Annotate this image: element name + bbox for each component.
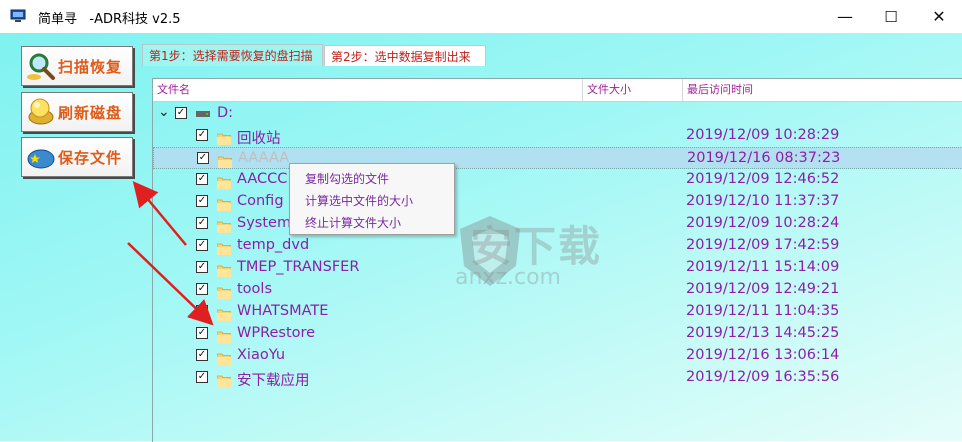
table-row[interactable]: ✓ WHATSMATE 2019/12/11 11:04:35 — [153, 301, 962, 323]
table-row[interactable]: ✓ 安下载应用 2019/12/09 16:35:56 — [153, 367, 962, 389]
menu-item-copy-checked[interactable]: 复制勾选的文件 — [305, 170, 389, 187]
window-title: 简单寻 -ADR科技 v2.5 — [38, 12, 181, 27]
folder-icon — [217, 153, 233, 169]
folder-icon — [216, 372, 232, 388]
minimize-button[interactable]: — — [822, 0, 868, 33]
save-file-icon — [27, 149, 55, 169]
file-name: TMEP_TRANSFER — [237, 259, 360, 275]
last-access-time: 2019/12/09 10:28:29 — [686, 127, 840, 143]
table-row[interactable]: ✓ WPRestore 2019/12/13 14:45:25 — [153, 323, 962, 345]
file-name: AAAAA — [238, 150, 290, 166]
tab-step1[interactable]: 第1步：选择需要恢复的盘扫描 — [142, 44, 323, 66]
row-checkbox[interactable]: ✓ — [196, 283, 208, 295]
last-access-time: 2019/12/11 11:04:35 — [686, 303, 840, 319]
row-checkbox[interactable]: ✓ — [196, 217, 208, 229]
title-bar: 简单寻 -ADR科技 v2.5 — ☐ ✕ — [0, 0, 962, 33]
row-checkbox[interactable]: ✓ — [196, 173, 208, 185]
file-name: 安下载应用 — [237, 373, 310, 389]
refresh-disk-icon — [28, 98, 54, 125]
context-menu: 复制勾选的文件 计算选中文件的大小 终止计算文件大小 — [289, 163, 455, 235]
chevron-down-icon[interactable]: ⌄ — [158, 104, 170, 120]
table-row[interactable]: ✓ AAAAA 2019/12/16 08:37:23 — [153, 147, 962, 169]
save-file-button[interactable]: 保存文件 — [21, 137, 133, 177]
file-name: System — [237, 215, 292, 231]
scan-recover-button[interactable]: 扫描恢复 — [21, 46, 133, 86]
table-row[interactable]: ✓ AACCC 2019/12/09 12:46:52 — [153, 169, 962, 191]
table-row[interactable]: ✓ Config 2019/12/10 11:37:37 — [153, 191, 962, 213]
drive-checkbox[interactable]: ✓ — [175, 107, 187, 119]
row-checkbox[interactable]: ✓ — [196, 261, 208, 273]
column-header-size[interactable]: 文件大小 — [583, 79, 683, 101]
magnifier-icon — [27, 53, 55, 80]
row-checkbox[interactable]: ✓ — [196, 129, 208, 141]
folder-icon — [216, 306, 232, 322]
file-name: Config — [237, 193, 284, 209]
row-checkbox[interactable]: ✓ — [196, 195, 208, 207]
last-access-time: 2019/12/11 15:14:09 — [686, 259, 840, 275]
drive-icon — [196, 111, 210, 117]
refresh-disk-button[interactable]: 刷新磁盘 — [21, 92, 133, 132]
folder-icon — [216, 196, 232, 212]
last-access-time: 2019/12/16 08:37:23 — [687, 150, 841, 166]
last-access-time: 2019/12/09 17:42:59 — [686, 237, 840, 253]
column-header-time[interactable]: 最后访问时间 — [683, 79, 962, 101]
file-name: temp_dvd — [237, 237, 310, 253]
menu-item-calc-size[interactable]: 计算选中文件的大小 — [305, 192, 413, 209]
folder-icon — [216, 284, 232, 300]
maximize-button[interactable]: ☐ — [868, 0, 914, 33]
client-area: 扫描恢复 刷新磁盘 保存文件 第1步：选择需要恢复的盘扫描 第2步：选中数据复制… — [0, 33, 962, 442]
last-access-time: 2019/12/13 14:45:25 — [686, 325, 840, 341]
column-header-name[interactable]: 文件名 — [153, 79, 583, 101]
last-access-time: 2019/12/09 16:35:56 — [686, 369, 840, 385]
folder-icon — [216, 174, 232, 190]
file-name: tools — [237, 281, 273, 297]
list-header: 文件名 文件大小 最后访问时间 — [153, 79, 962, 102]
last-access-time: 2019/12/10 11:37:37 — [686, 193, 840, 209]
app-icon — [10, 9, 26, 22]
row-checkbox[interactable]: ✓ — [197, 152, 209, 164]
file-name: XiaoYu — [237, 347, 286, 363]
row-checkbox[interactable]: ✓ — [196, 239, 208, 251]
menu-item-stop-calc[interactable]: 终止计算文件大小 — [305, 214, 401, 231]
table-row[interactable]: ✓ 回收站 2019/12/09 10:28:29 — [153, 125, 962, 147]
row-checkbox[interactable]: ✓ — [196, 305, 208, 317]
folder-icon — [216, 240, 232, 256]
last-access-time: 2019/12/09 12:46:52 — [686, 171, 840, 187]
drive-label: D: — [217, 105, 234, 121]
folder-icon — [216, 350, 232, 366]
scan-recover-label: 扫描恢复 — [58, 58, 123, 76]
file-name: WHATSMATE — [237, 303, 329, 319]
folder-icon — [216, 218, 232, 234]
refresh-disk-label: 刷新磁盘 — [58, 104, 123, 122]
save-file-label: 保存文件 — [58, 149, 123, 167]
file-name: 回收站 — [237, 131, 281, 147]
row-checkbox[interactable]: ✓ — [196, 327, 208, 339]
folder-icon — [216, 262, 232, 278]
last-access-time: 2019/12/09 12:49:21 — [686, 281, 840, 297]
file-name: WPRestore — [237, 325, 316, 341]
close-button[interactable]: ✕ — [916, 0, 962, 33]
row-checkbox[interactable]: ✓ — [196, 371, 208, 383]
tab-step2[interactable]: 第2步：选中数据复制出来 — [324, 45, 486, 66]
table-row[interactable]: ✓ XiaoYu 2019/12/16 13:06:14 — [153, 345, 962, 367]
drive-row[interactable]: ⌄ ✓ D: — [153, 103, 962, 125]
last-access-time: 2019/12/16 13:06:14 — [686, 347, 840, 363]
folder-icon — [216, 328, 232, 344]
folder-icon — [216, 130, 232, 146]
row-checkbox[interactable]: ✓ — [196, 349, 208, 361]
watermark-sub: anxz.com — [455, 265, 561, 290]
last-access-time: 2019/12/09 10:28:24 — [686, 215, 840, 231]
file-name: AACCC — [237, 171, 288, 187]
